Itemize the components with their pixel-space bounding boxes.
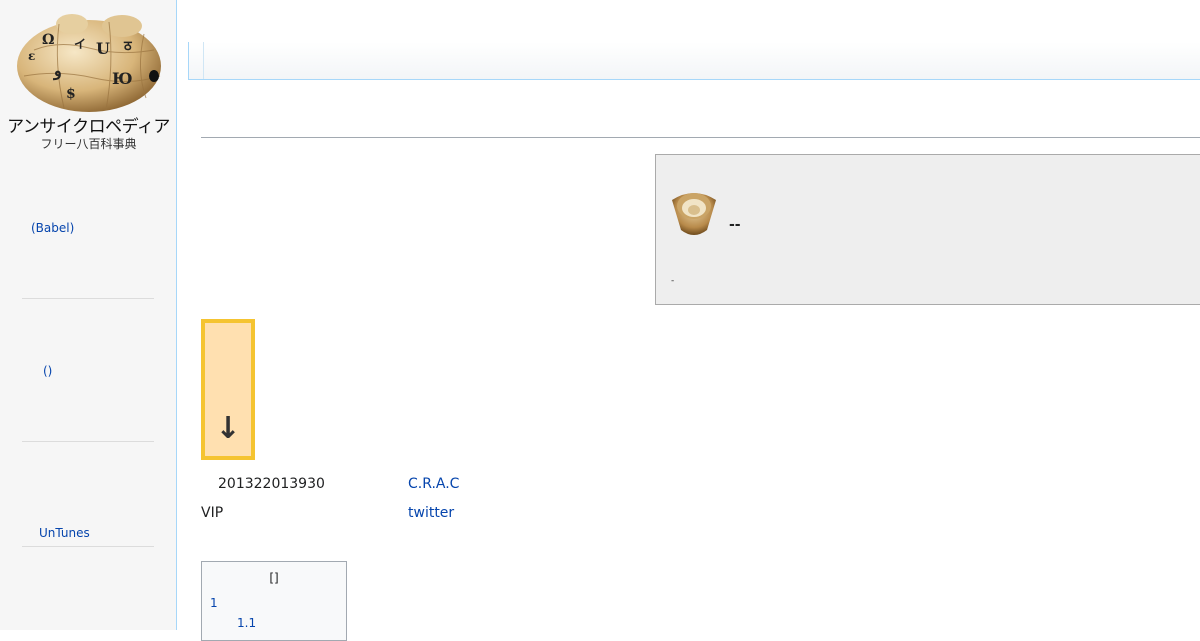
svg-text:イ: イ [74,37,86,51]
page-tabs-bar [188,42,1200,80]
svg-text:Ω: Ω [42,32,54,48]
down-arrow-icon: ↓ [215,411,241,446]
notice-text: - [671,276,675,286]
site-logo[interactable]: Ω U イ ठ و Ю $ ε アンサイクロペディア フリー八百科事典 [0,0,177,160]
site-subtitle: フリー八百科事典 [40,137,137,151]
svg-text:Ю: Ю [112,69,133,88]
sidebar-item-babel[interactable]: (Babel) [31,221,74,235]
table-of-contents: [] 1 1.1 [201,561,347,641]
sidebar-divider [22,546,154,547]
sidebar-item-untunes[interactable]: UnTunes [39,526,90,540]
toc-title[interactable]: [] [202,571,346,585]
notice-box: -- - [655,154,1200,305]
crac-link[interactable]: C.R.A.C [408,476,459,492]
page-title-divider [201,137,1200,138]
arrow-box: ↓ [201,319,255,460]
timestamp-text: 201322013930 [218,476,325,492]
sidebar-divider [22,441,154,442]
puzzle-globe-logo-icon: Ω U イ ठ و Ю $ ε [17,14,161,112]
sidebar: Ω U イ ठ و Ю $ ε アンサイクロペディア フリー八百科事典 (Bab… [0,0,177,630]
cup-icon [672,193,716,235]
notice-title: -- [729,217,741,233]
vip-text: VIP [201,505,224,521]
svg-text:U: U [96,39,110,58]
svg-text:و: و [53,61,62,81]
svg-text:ठ: ठ [123,39,133,54]
svg-text:$: $ [66,86,76,102]
twitter-link[interactable]: twitter [408,505,454,521]
site-name: アンサイクロペディア [7,117,170,137]
tab-divider [203,42,204,79]
toc-item[interactable]: 1 [210,596,218,610]
sidebar-item-parens[interactable]: () [43,364,52,378]
sidebar-divider [22,298,154,299]
toc-item[interactable]: 1.1 [237,616,256,630]
svg-text:ε: ε [28,49,35,63]
